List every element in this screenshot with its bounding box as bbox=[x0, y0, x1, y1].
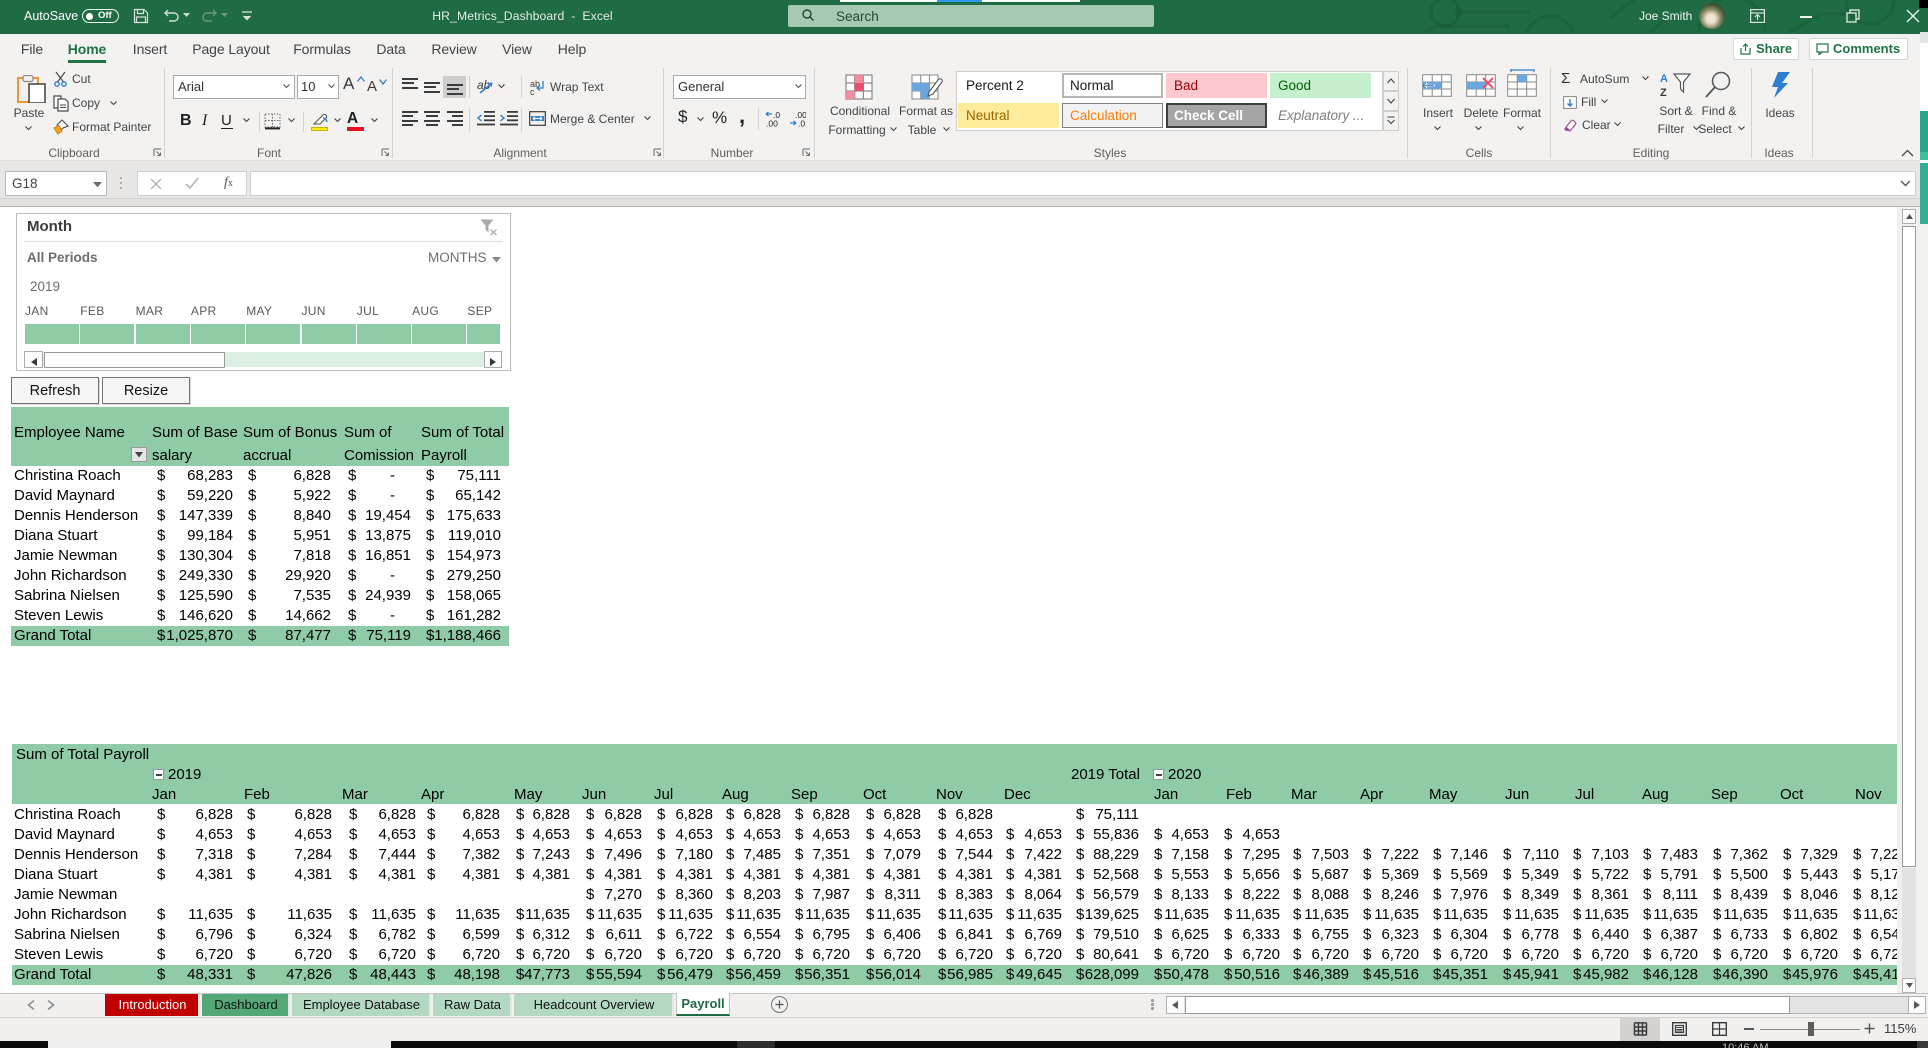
svg-text:c: c bbox=[530, 87, 535, 96]
svg-text:A: A bbox=[1660, 73, 1668, 85]
svg-text:Z: Z bbox=[1660, 87, 1667, 98]
svg-text:.00: .00 bbox=[766, 119, 778, 128]
svg-text:.0: .0 bbox=[798, 119, 805, 128]
